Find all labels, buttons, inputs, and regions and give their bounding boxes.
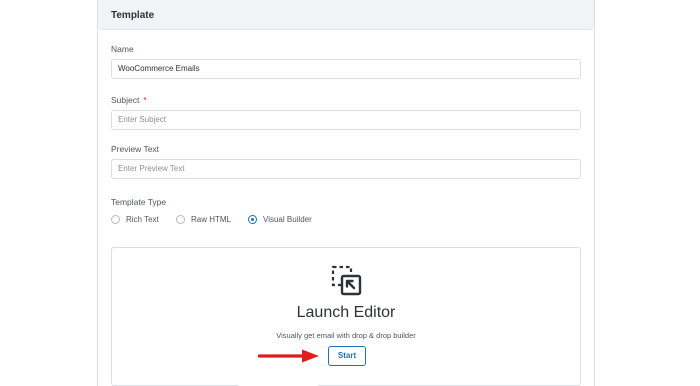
radio-selected-icon	[248, 215, 257, 224]
start-button[interactable]: Start	[328, 346, 366, 366]
name-label: Name	[111, 44, 134, 54]
subject-label: Subject *	[111, 95, 147, 105]
name-input[interactable]: WooCommerce Emails	[111, 59, 581, 79]
subject-input[interactable]: Enter Subject	[111, 110, 581, 130]
subject-label-text: Subject	[111, 95, 140, 105]
radio-visual-builder[interactable]: Visual Builder	[248, 215, 312, 224]
template-type-label: Template Type	[111, 197, 167, 207]
required-mark: *	[143, 95, 147, 105]
template-panel: Template Name WooCommerce Emails Subject…	[97, 0, 595, 386]
panel-title: Template	[111, 10, 155, 21]
annotation-arrow-icon	[258, 349, 319, 363]
drag-select-cursor-icon	[331, 265, 362, 296]
radio-label: Visual Builder	[263, 215, 312, 224]
preview-text-label: Preview Text	[111, 144, 160, 154]
launch-editor-card: Launch Editor Visually get email with dr…	[111, 247, 581, 386]
radio-label: Rich Text	[126, 215, 159, 224]
radio-rich-text[interactable]: Rich Text	[111, 215, 159, 224]
panel-header	[98, 0, 594, 30]
bottom-edge-gap	[238, 380, 318, 386]
radio-circle-icon	[176, 215, 185, 224]
preview-text-input[interactable]: Enter Preview Text	[111, 159, 581, 179]
radio-label: Raw HTML	[191, 215, 232, 224]
launch-editor-description: Visually get email with drop & drop buil…	[276, 331, 416, 340]
radio-raw-html[interactable]: Raw HTML	[176, 215, 231, 224]
launch-editor-title: Launch Editor	[296, 304, 396, 321]
radio-circle-icon	[111, 215, 120, 224]
